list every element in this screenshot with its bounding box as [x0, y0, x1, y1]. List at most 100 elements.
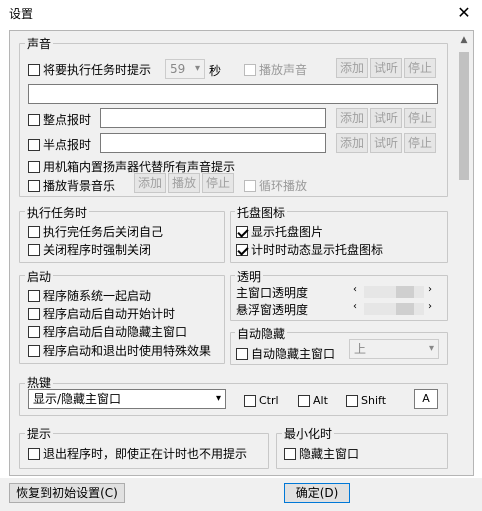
- startup-group-title: 启动: [25, 268, 54, 285]
- chevron-down-icon: ▾: [194, 63, 200, 74]
- main-opacity-slider[interactable]: [364, 286, 424, 298]
- checkbox-box[interactable]: [298, 394, 310, 407]
- dynamic-tray-checkbox[interactable]: 计时时动态显示托盘图标: [236, 241, 383, 258]
- transparency-group-title: 透明: [235, 268, 264, 285]
- exit-no-prompt-checkbox[interactable]: 退出程序时，即使正在计时也不用提示: [28, 445, 247, 462]
- hotkey-key-field[interactable]: A: [414, 389, 438, 409]
- chevron-left-icon[interactable]: ‹: [353, 284, 357, 295]
- with-system-label: 程序随系统一起启动: [43, 289, 152, 303]
- checkbox-box[interactable]: [28, 307, 40, 320]
- tip-group-title: 提示: [25, 425, 54, 442]
- chevron-right-icon[interactable]: ›: [428, 301, 432, 312]
- float-opacity-slider[interactable]: [364, 303, 424, 315]
- auto-hide-startup-label: 程序启动后自动隐藏主窗口: [43, 325, 188, 339]
- title-bar: [0, 0, 482, 26]
- force-close-label: 关闭程序时强制关闭: [43, 243, 152, 257]
- bg-add-button[interactable]: 添加: [134, 173, 166, 193]
- stop-button[interactable]: 停止: [404, 133, 436, 153]
- close-icon[interactable]: ✕: [452, 2, 476, 24]
- checkbox-box[interactable]: [236, 225, 248, 238]
- minimize-hide-checkbox[interactable]: 隐藏主窗口: [284, 445, 359, 462]
- task-prompt-checkbox[interactable]: 将要执行任务时提示: [28, 61, 151, 78]
- auto-start-timer-checkbox[interactable]: 程序启动后自动开始计时: [28, 305, 175, 322]
- listen-button[interactable]: 试听: [370, 58, 402, 78]
- checkbox-box[interactable]: [28, 447, 40, 460]
- bg-stop-button[interactable]: 停止: [202, 173, 234, 193]
- task-prompt-label: 将要执行任务时提示: [43, 63, 152, 77]
- checkbox-box[interactable]: [236, 243, 248, 256]
- half-hour-checkbox[interactable]: 半点报时: [28, 136, 91, 153]
- loop-checkbox[interactable]: 循环播放: [244, 177, 307, 194]
- half-hour-field[interactable]: [100, 133, 326, 153]
- on-hour-field[interactable]: [100, 108, 326, 128]
- slider-thumb[interactable]: [396, 286, 414, 298]
- checkbox-box[interactable]: [28, 160, 40, 173]
- checkbox-box[interactable]: [284, 447, 296, 460]
- with-system-checkbox[interactable]: 程序随系统一起启动: [28, 287, 151, 304]
- chevron-up-icon[interactable]: ▲: [456, 32, 472, 48]
- add-button[interactable]: 添加: [336, 108, 368, 128]
- ctrl-checkbox[interactable]: Ctrl: [244, 394, 279, 407]
- exit-no-prompt-label: 退出程序时，即使正在计时也不用提示: [43, 447, 248, 461]
- checkbox-box[interactable]: [28, 113, 40, 126]
- listen-button[interactable]: 试听: [370, 133, 402, 153]
- checkbox-box[interactable]: [28, 63, 40, 76]
- shift-checkbox[interactable]: Shift: [346, 394, 386, 407]
- restore-defaults-button[interactable]: 恢复到初始设置(C): [9, 483, 125, 503]
- dynamic-tray-label: 计时时动态显示托盘图标: [251, 243, 384, 257]
- alt-checkbox[interactable]: Alt: [298, 394, 328, 407]
- stop-button[interactable]: 停止: [404, 108, 436, 128]
- ok-button[interactable]: 确定(D): [284, 483, 350, 503]
- alt-label: Alt: [313, 394, 328, 407]
- checkbox-box[interactable]: [28, 289, 40, 302]
- checkbox-box[interactable]: [244, 179, 256, 192]
- effects-checkbox[interactable]: 程序启动和退出时使用特殊效果: [28, 342, 211, 359]
- force-close-checkbox[interactable]: 关闭程序时强制关闭: [28, 241, 151, 258]
- shift-label: Shift: [361, 394, 387, 407]
- main-opacity-label: 主窗口透明度: [236, 286, 309, 300]
- checkbox-box[interactable]: [28, 225, 40, 238]
- stop-button[interactable]: 停止: [404, 58, 436, 78]
- sound-file-field[interactable]: [28, 84, 438, 104]
- listen-button[interactable]: 试听: [370, 108, 402, 128]
- bg-play-button[interactable]: 播放: [168, 173, 200, 193]
- checkbox-box[interactable]: [28, 344, 40, 357]
- sound-group-title: 声音: [25, 35, 54, 52]
- checkbox-box[interactable]: [28, 325, 40, 338]
- checkbox-box[interactable]: [244, 394, 256, 407]
- checkbox-box[interactable]: [244, 63, 256, 76]
- on-hour-checkbox[interactable]: 整点报时: [28, 111, 91, 128]
- play-sound-label: 播放声音: [259, 63, 308, 77]
- close-self-label: 执行完任务后关闭自己: [43, 225, 164, 239]
- chevron-right-icon[interactable]: ›: [428, 284, 432, 295]
- seconds-value: 59: [170, 62, 186, 76]
- on-hour-label: 整点报时: [43, 113, 92, 127]
- add-button[interactable]: 添加: [336, 58, 368, 78]
- seconds-spinner[interactable]: 59 ▾: [165, 59, 205, 79]
- show-tray-checkbox[interactable]: 显示托盘图片: [236, 223, 323, 240]
- play-sound-checkbox[interactable]: 播放声音: [244, 61, 307, 78]
- checkbox-box[interactable]: [28, 179, 40, 192]
- close-self-checkbox[interactable]: 执行完任务后关闭自己: [28, 223, 163, 240]
- autohide-group-title: 自动隐藏: [235, 325, 288, 342]
- checkbox-box[interactable]: [346, 394, 358, 407]
- checkbox-box[interactable]: [236, 347, 248, 360]
- chevron-down-icon: ▾: [215, 393, 221, 404]
- chevron-left-icon[interactable]: ‹: [353, 301, 357, 312]
- hide-position-select[interactable]: 上 ▾: [349, 339, 439, 359]
- minimize-hide-label: 隐藏主窗口: [299, 447, 360, 461]
- checkbox-box[interactable]: [28, 138, 40, 151]
- ctrl-label: Ctrl: [259, 394, 279, 407]
- task-group-title: 执行任务时: [25, 204, 90, 221]
- scrollbar-thumb[interactable]: [459, 52, 469, 180]
- checkbox-box[interactable]: [28, 243, 40, 256]
- hotkey-action-select[interactable]: 显示/隐藏主窗口 ▾: [28, 389, 226, 409]
- bg-music-checkbox[interactable]: 播放背景音乐: [28, 177, 115, 194]
- add-button[interactable]: 添加: [336, 133, 368, 153]
- vertical-scrollbar[interactable]: ▲: [456, 32, 472, 474]
- auto-hide-startup-checkbox[interactable]: 程序启动后自动隐藏主窗口: [28, 323, 187, 340]
- float-opacity-label: 悬浮窗透明度: [236, 303, 309, 317]
- auto-hide-main-checkbox[interactable]: 自动隐藏主窗口: [236, 345, 335, 362]
- tray-group-title: 托盘图标: [235, 204, 288, 221]
- slider-thumb[interactable]: [396, 303, 414, 315]
